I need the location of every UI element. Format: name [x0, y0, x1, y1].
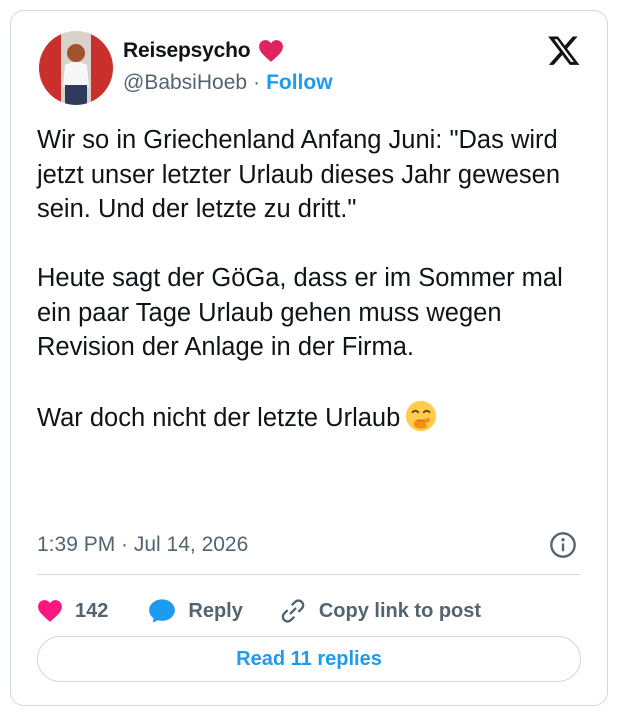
copy-link-label: Copy link to post: [318, 599, 482, 622]
tweet-card: Reisepsycho @BabsiHoeb · Follow Wir so i…: [10, 10, 608, 706]
divider: [37, 574, 581, 575]
reply-label: Reply: [188, 599, 243, 622]
handle[interactable]: @BabsiHoeb: [123, 71, 247, 95]
speech-bubble-icon: [149, 599, 176, 623]
heart-icon: [38, 600, 62, 622]
like-count: 142: [75, 599, 109, 622]
red-heart-icon: [259, 40, 284, 62]
separator: ·: [253, 71, 261, 94]
link-icon: [281, 599, 305, 623]
follow-button[interactable]: Follow: [266, 71, 333, 95]
like-button[interactable]: 142: [37, 599, 108, 623]
tweet-body: Wir so in Griechenland Anfang Juni: "Das…: [37, 126, 563, 432]
tweet-text: Wir so in Griechenland Anfang Juni: "Das…: [37, 123, 593, 436]
reply-button[interactable]: Reply: [148, 598, 243, 624]
face-with-hand-over-mouth-emoji: [406, 400, 437, 432]
read-replies-button[interactable]: Read 11 replies: [37, 636, 581, 682]
x-logo-icon[interactable]: [547, 33, 581, 67]
copy-link-button[interactable]: Copy link to post: [279, 597, 481, 625]
display-name[interactable]: Reisepsycho: [123, 39, 251, 63]
info-icon[interactable]: [549, 531, 577, 559]
avatar[interactable]: [39, 31, 113, 105]
action-bar: 142 Reply Copy link to post: [37, 591, 481, 631]
timestamp[interactable]: 1:39 PM · Jul 14, 2026: [37, 533, 248, 557]
